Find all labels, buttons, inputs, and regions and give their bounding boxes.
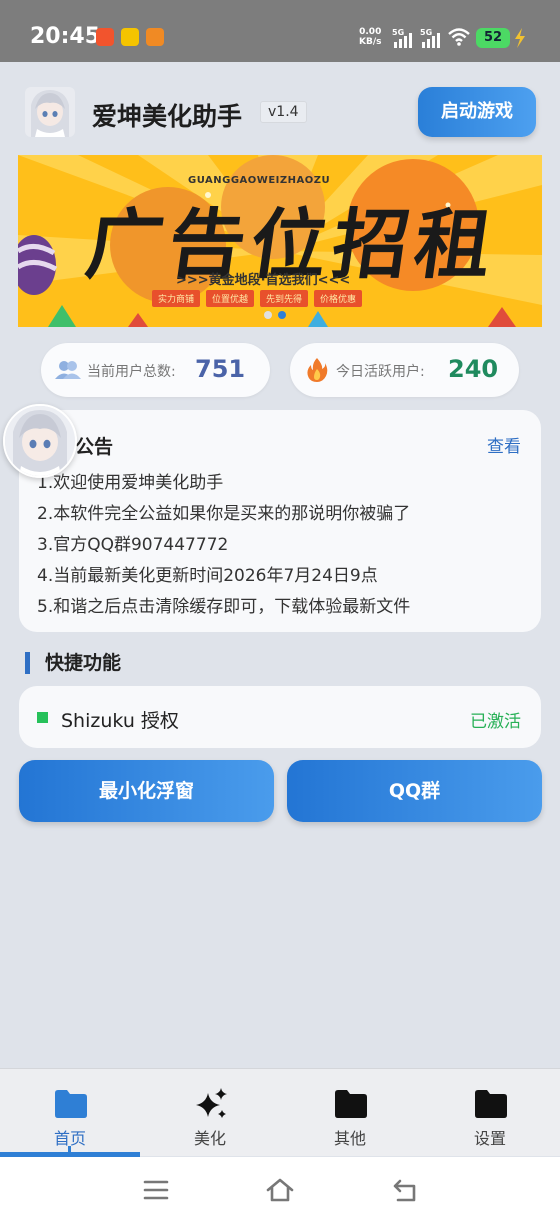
- floating-avatar[interactable]: [3, 404, 77, 478]
- fire-icon: [307, 358, 328, 382]
- menu-icon[interactable]: [141, 1175, 171, 1205]
- banner-subtitle: >>>黄金地段·首选我们<<<: [176, 273, 351, 288]
- nav-other[interactable]: 其他: [280, 1069, 420, 1157]
- back-icon[interactable]: [390, 1175, 420, 1205]
- qq-group-button[interactable]: QQ群: [287, 760, 542, 822]
- nav-label: 其他: [333, 1129, 366, 1148]
- notification-app-icon: [96, 28, 114, 46]
- ad-banner[interactable]: GUANGGAOWEIZHAOZU 广告位招租 >>>黄金地段·首选我们<<< …: [18, 155, 542, 327]
- pager-dot-active[interactable]: [278, 311, 286, 319]
- banner-tag: 先到先得: [260, 290, 309, 307]
- nav-home[interactable]: 首页: [0, 1069, 140, 1157]
- announcement-line: 1.欢迎使用爱坤美化助手: [37, 473, 224, 493]
- quick-functions-title: 快捷功能: [25, 652, 121, 674]
- view-announcement-link[interactable]: 查看: [487, 432, 521, 457]
- net-speed: 0.00 KB/s: [359, 27, 381, 47]
- shizuku-label: Shizuku 授权: [61, 710, 179, 732]
- version-badge: v1.4: [260, 101, 307, 123]
- shizuku-status: 已激活: [470, 712, 521, 732]
- bottom-nav: 首页 美化 其他 设置: [0, 1068, 560, 1156]
- minimize-float-button[interactable]: 最小化浮窗: [19, 760, 274, 822]
- notification-app-icon: [146, 28, 164, 46]
- status-bar: 20:45 0.00 KB/s 5G 5G 52: [0, 0, 560, 62]
- banner-tag: 价格优惠: [314, 290, 363, 307]
- signal-type: 5G: [392, 28, 405, 37]
- sparkle-icon: [196, 1088, 227, 1118]
- banner-tag: 实力商铺: [152, 290, 201, 307]
- nav-label: 设置: [473, 1129, 506, 1148]
- start-game-button[interactable]: 启动游戏: [418, 87, 536, 137]
- system-nav-bar: [0, 1157, 560, 1222]
- nav-active-indicator-mark: [68, 1146, 71, 1154]
- announcement-line: 3.官方QQ群907447772: [37, 535, 229, 555]
- active-users-value: 240: [448, 355, 499, 383]
- net-speed-value: 0.00: [359, 27, 382, 37]
- folder-icon: [475, 1090, 507, 1118]
- nav-label: 美化: [193, 1129, 226, 1148]
- active-users-card: 今日活跃用户: 240: [290, 343, 519, 397]
- signal-icon: 5G: [392, 28, 414, 48]
- pager-dot[interactable]: [264, 311, 272, 319]
- shizuku-row[interactable]: Shizuku 授权 已激活: [19, 686, 541, 748]
- banner-tags: 实力商铺 位置优越 先到先得 价格优惠: [152, 290, 363, 307]
- total-users-label: 当前用户总数:: [87, 364, 176, 380]
- announcement-line: 5.和谐之后点击清除缓存即可，下载体验最新文件: [37, 597, 411, 617]
- active-users-label: 今日活跃用户:: [336, 364, 425, 380]
- announcement-card: 公告 查看 1.欢迎使用爱坤美化助手 2.本软件完全公益如果你是买来的那说明你被…: [19, 410, 541, 632]
- banner-pager[interactable]: [264, 311, 286, 319]
- status-indicator-icon: [37, 712, 48, 723]
- wifi-icon: [448, 28, 470, 46]
- total-users-value: 751: [195, 355, 246, 383]
- folder-icon: [55, 1090, 87, 1118]
- banner-tag: 位置优越: [206, 290, 255, 307]
- net-speed-unit: KB/s: [359, 37, 382, 47]
- charging-icon: [515, 28, 525, 48]
- notification-app-icon: [121, 28, 139, 46]
- signal-icon: 5G: [420, 28, 442, 48]
- home-icon[interactable]: [265, 1175, 295, 1205]
- folder-icon: [335, 1090, 367, 1118]
- total-users-card: 当前用户总数: 751: [41, 343, 270, 397]
- nav-beautify[interactable]: 美化: [140, 1069, 280, 1157]
- nav-settings[interactable]: 设置: [420, 1069, 560, 1157]
- app-title: 爱坤美化助手: [92, 102, 243, 131]
- battery-icon: 52: [476, 28, 510, 48]
- announcement-line: 2.本软件完全公益如果你是买来的那说明你被骗了: [37, 504, 411, 524]
- announcement-line: 4.当前最新美化更新时间2026年7月24日9点: [37, 566, 378, 586]
- status-time: 20:45: [30, 24, 101, 49]
- signal-type: 5G: [420, 28, 433, 37]
- app-avatar: [25, 87, 75, 137]
- announcement-title: 公告: [75, 436, 114, 458]
- announcement-list: 1.欢迎使用爱坤美化助手 2.本软件完全公益如果你是买来的那说明你被骗了 3.官…: [37, 468, 410, 623]
- users-icon: [55, 361, 81, 379]
